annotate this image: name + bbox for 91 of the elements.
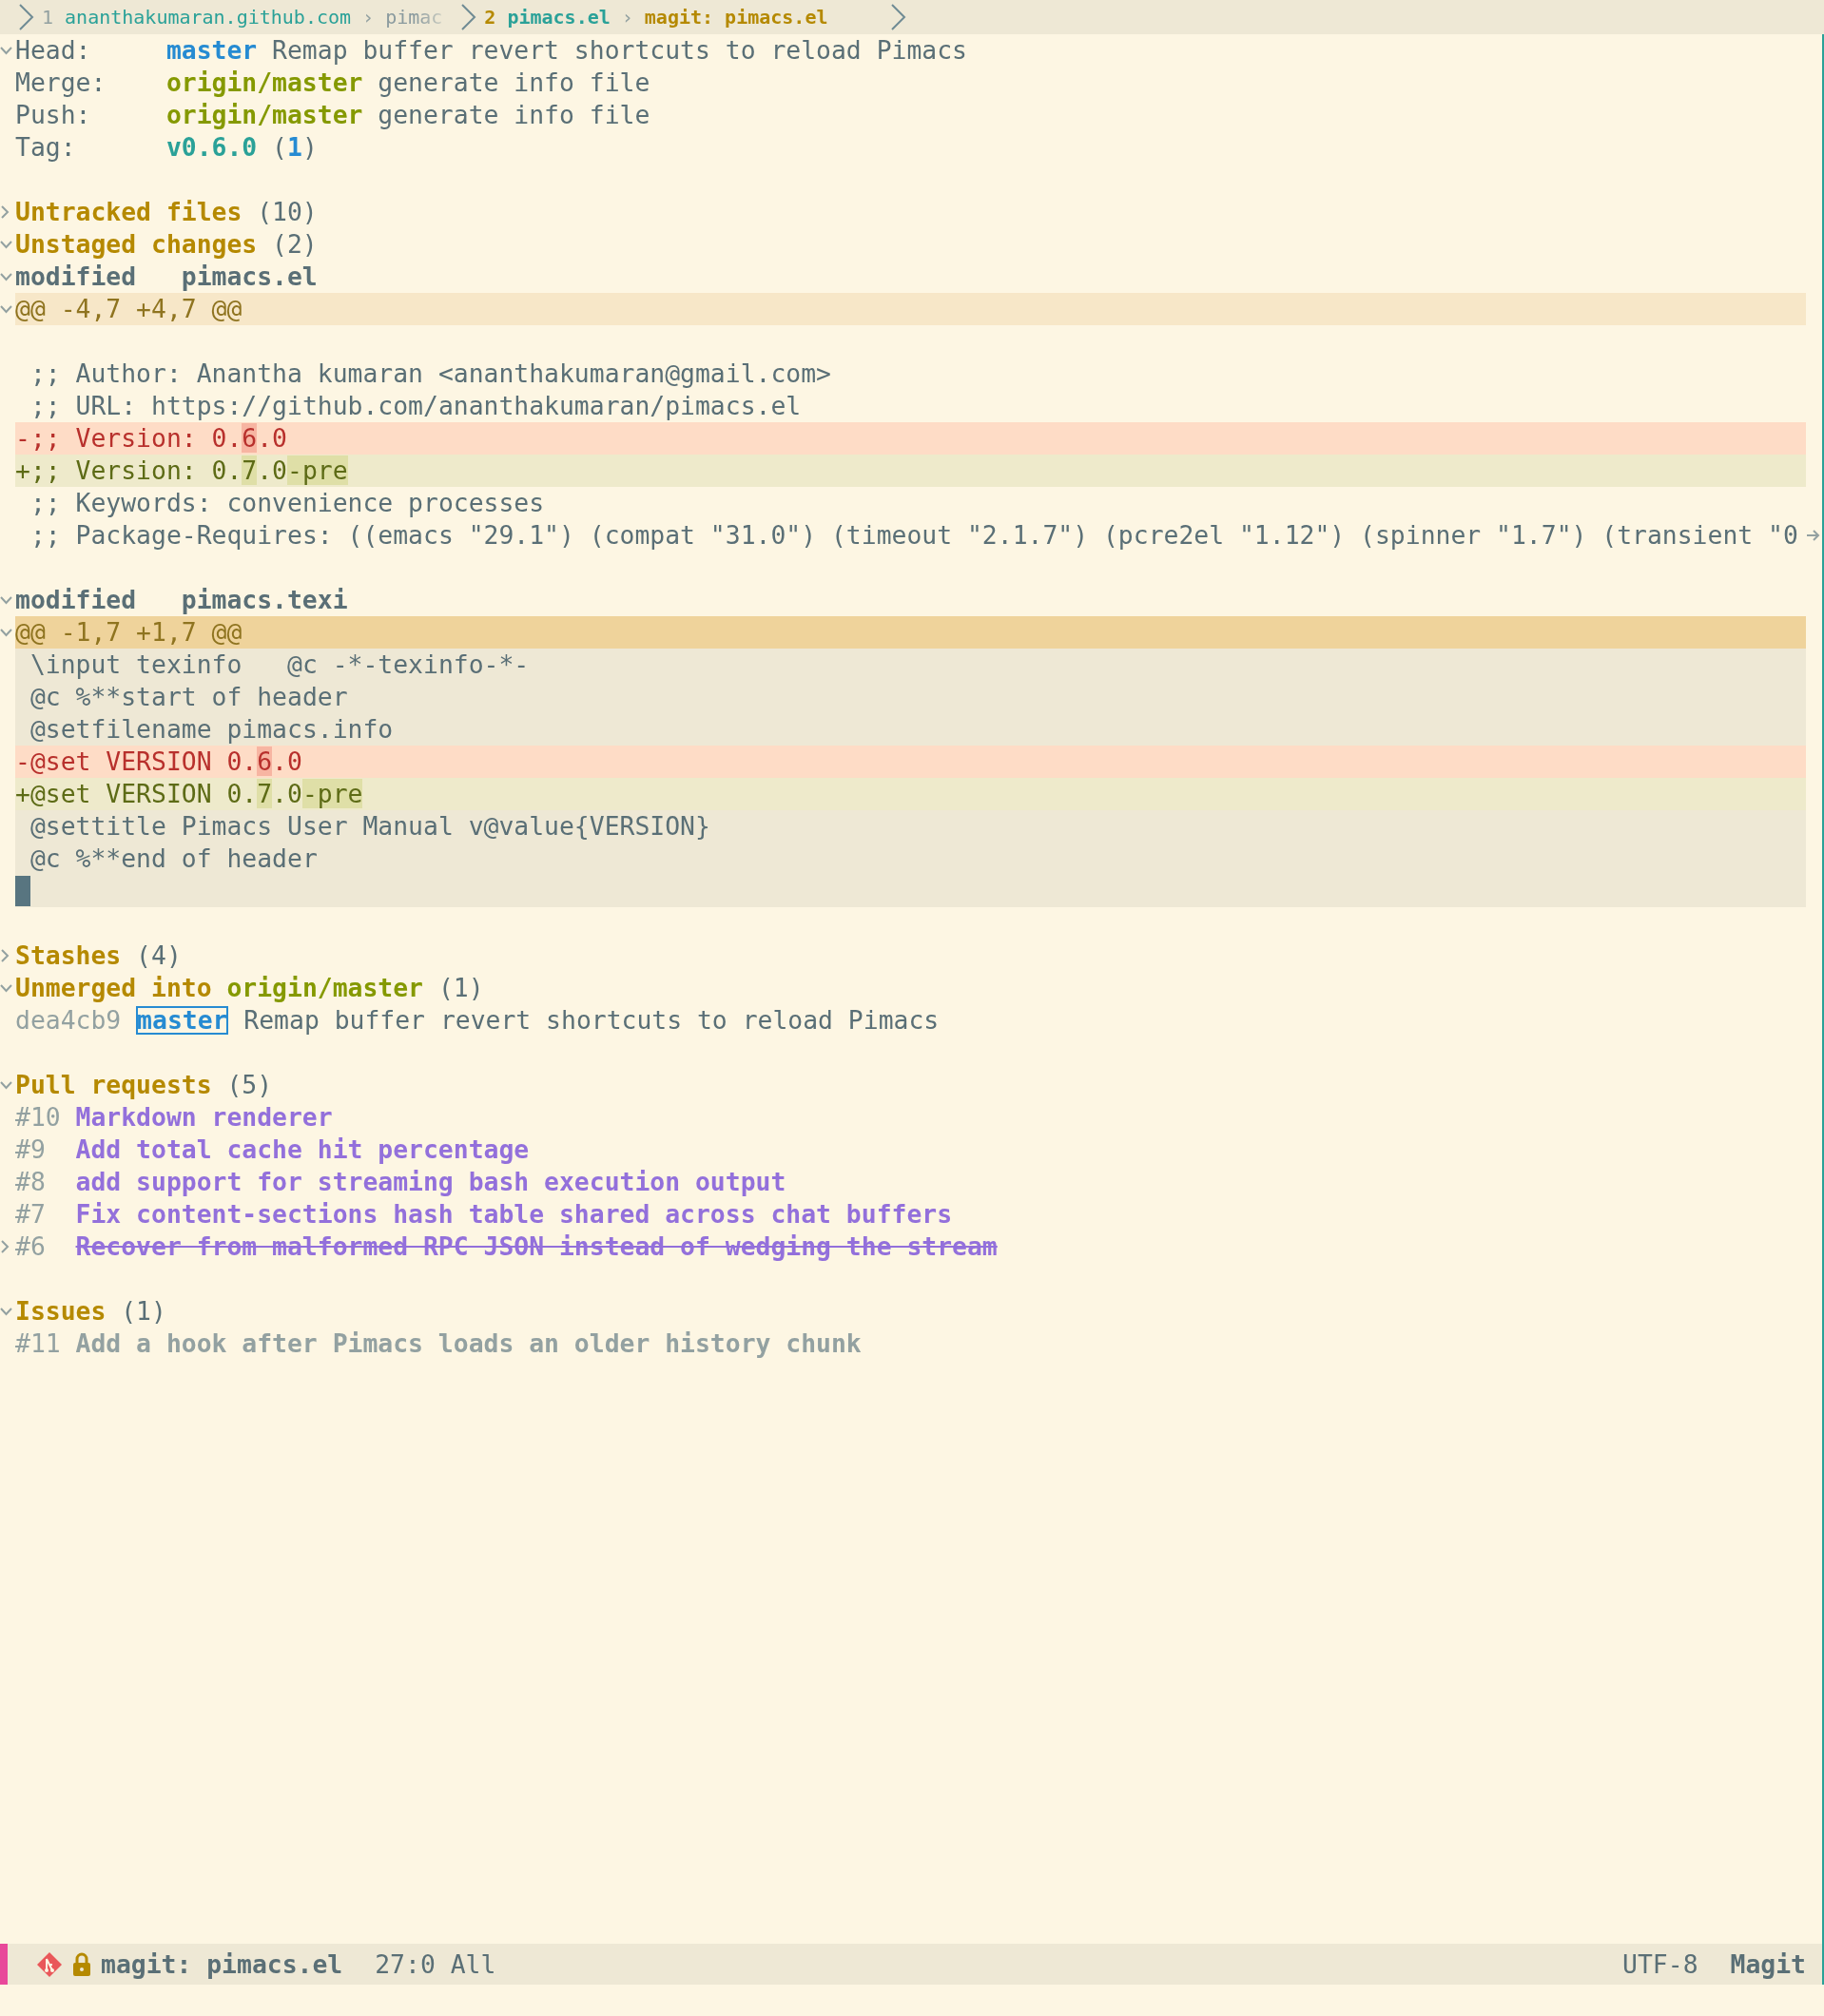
field-label: Head:	[15, 35, 91, 65]
remote-branch-name[interactable]: origin/master	[165, 67, 363, 99]
section-count: (5)	[226, 1069, 273, 1101]
tab-number: 2	[484, 6, 496, 29]
removed-line: -;; Version: 0.6.0	[15, 422, 287, 455]
paren-text: (	[272, 131, 287, 164]
breadcrumb-separator: ›	[362, 6, 375, 29]
breadcrumb-separator: ›	[621, 6, 633, 29]
chevron-down-icon[interactable]	[0, 595, 12, 605]
paren-text: )	[301, 131, 318, 164]
removed-line: -@set VERSION 0.6.0	[15, 746, 302, 778]
lock-icon	[72, 1951, 91, 1977]
added-line: +;; Version: 0.7.0-pre	[15, 455, 348, 487]
field-label: Push:	[15, 100, 91, 129]
chevron-right-icon	[17, 3, 36, 31]
branch-name[interactable]: master	[136, 1006, 229, 1035]
tag-count: 1	[287, 131, 302, 164]
chevron-down-icon[interactable]	[0, 628, 12, 637]
tab[interactable]: 1 ananthakumaran.github.com › pimac	[0, 3, 443, 31]
chevron-right-icon[interactable]	[0, 949, 10, 962]
window-indicator-bar	[0, 1944, 8, 1985]
section-count: (4)	[136, 940, 182, 972]
remote-branch-name[interactable]: origin/master	[226, 972, 423, 1004]
file-status: modified	[15, 262, 137, 291]
code-line: \input texinfo @c -*-texinfo-*-	[29, 649, 530, 681]
pull-request-number: #10	[15, 1102, 61, 1132]
major-mode: Magit	[1730, 1949, 1806, 1979]
remote-branch-name[interactable]: origin/master	[165, 99, 363, 131]
chevron-down-icon[interactable]	[0, 272, 12, 281]
hunk-range[interactable]: @@ -4,7 +4,7 @@	[15, 293, 243, 325]
tab-number: 1	[42, 6, 54, 29]
breadcrumb-item[interactable]: pimacs.el	[507, 6, 611, 29]
code-line: ;; Package-Requires: ((emacs "29.1") (compat "31.0") (timeout "2.1.7") (pcre2el "1.12") (spinner "1.7") (transient "0	[29, 519, 1798, 552]
section-heading[interactable]: Pull requests	[15, 1069, 212, 1101]
section-count: (1)	[121, 1295, 166, 1328]
breadcrumb-item[interactable]: ananthakumaran.github.com	[65, 6, 352, 29]
section-heading[interactable]: Untracked files	[15, 196, 243, 228]
breadcrumb-item[interactable]: magit: pimacs.el	[644, 6, 828, 29]
code-line: ;; URL: https://github.com/ananthakumaran/pimacs.el	[29, 390, 802, 422]
pull-request-number: #8	[15, 1167, 46, 1196]
field-label: Tag:	[15, 132, 76, 162]
pull-request-number: #6	[15, 1231, 46, 1261]
section-heading[interactable]: Unmerged into	[15, 972, 212, 1004]
tab[interactable]: 2 pimacs.el › magit: pimacs.el	[442, 3, 879, 31]
issue-number: #11	[15, 1328, 61, 1358]
chevron-down-icon[interactable]	[0, 304, 12, 314]
field-label: Merge:	[15, 68, 107, 97]
section-heading[interactable]: Stashes	[15, 940, 122, 972]
code-line: @c %**start of header	[29, 681, 348, 713]
encoding-label: UTF-8	[1622, 1949, 1698, 1979]
chevron-right-icon[interactable]	[0, 1240, 10, 1253]
code-line: @setfilename pimacs.info	[29, 713, 394, 746]
file-name[interactable]: pimacs.el	[181, 261, 318, 293]
code-line: ;; Author: Anantha kumaran <ananthakumaran@gmail.com>	[29, 358, 831, 390]
chevron-down-icon[interactable]	[0, 46, 12, 55]
code-line: ;; Keywords: convenience processes	[29, 487, 545, 519]
issue-title[interactable]: Add a hook after Pimacs loads an older history chunk	[75, 1328, 862, 1360]
commit-message: generate info file	[378, 67, 650, 99]
added-line: +@set VERSION 0.7.0-pre	[15, 778, 363, 810]
section-heading[interactable]: Issues	[15, 1295, 107, 1328]
commit-message: generate info file	[378, 99, 650, 131]
pull-request-title[interactable]: add support for streaming bash execution output	[75, 1166, 786, 1198]
buffer-name: magit: pimacs.el	[101, 1949, 343, 1979]
commit-message: Remap buffer revert shortcuts to reload Pimacs	[272, 34, 967, 67]
chevron-right-icon[interactable]	[0, 205, 10, 219]
section-count: (10)	[257, 196, 318, 228]
breadcrumb-item[interactable]: pimac	[385, 6, 443, 29]
chevron-down-icon[interactable]	[0, 1307, 12, 1316]
branch-name[interactable]: master	[165, 34, 258, 67]
code-line: @settitle Pimacs User Manual v@value{VERSION}	[29, 810, 710, 843]
pull-request-number: #7	[15, 1199, 46, 1229]
section-count: (1)	[437, 972, 484, 1004]
cursor-position: 27:0 All	[375, 1949, 496, 1979]
git-icon	[36, 1950, 63, 1978]
file-name[interactable]: pimacs.texi	[181, 584, 348, 616]
chevron-down-icon[interactable]	[0, 1080, 12, 1090]
pull-request-title[interactable]: Recover from malformed RPC JSON instead of wedging the stream	[75, 1231, 998, 1263]
chevron-down-icon[interactable]	[0, 240, 12, 249]
commit-hash: dea4cb9	[15, 1004, 122, 1037]
chevron-down-icon[interactable]	[0, 983, 12, 993]
section-heading[interactable]: Unstaged changes	[15, 228, 258, 261]
pull-request-title[interactable]: Fix content-sections hash table shared across chat buffers	[75, 1198, 953, 1231]
pull-request-title[interactable]: Add total cache hit percentage	[75, 1134, 530, 1166]
tag-name: v0.6.0	[165, 131, 258, 164]
code-line: @c %**end of header	[29, 843, 318, 875]
section-count: (2)	[272, 228, 318, 261]
file-status: modified	[15, 585, 137, 614]
pull-request-title[interactable]: Markdown renderer	[75, 1101, 333, 1134]
pull-request-number: #9	[15, 1134, 46, 1164]
hunk-range[interactable]: @@ -1,7 +1,7 @@	[15, 616, 243, 649]
commit-message: Remap buffer revert shortcuts to reload Pimacs	[243, 1004, 940, 1037]
